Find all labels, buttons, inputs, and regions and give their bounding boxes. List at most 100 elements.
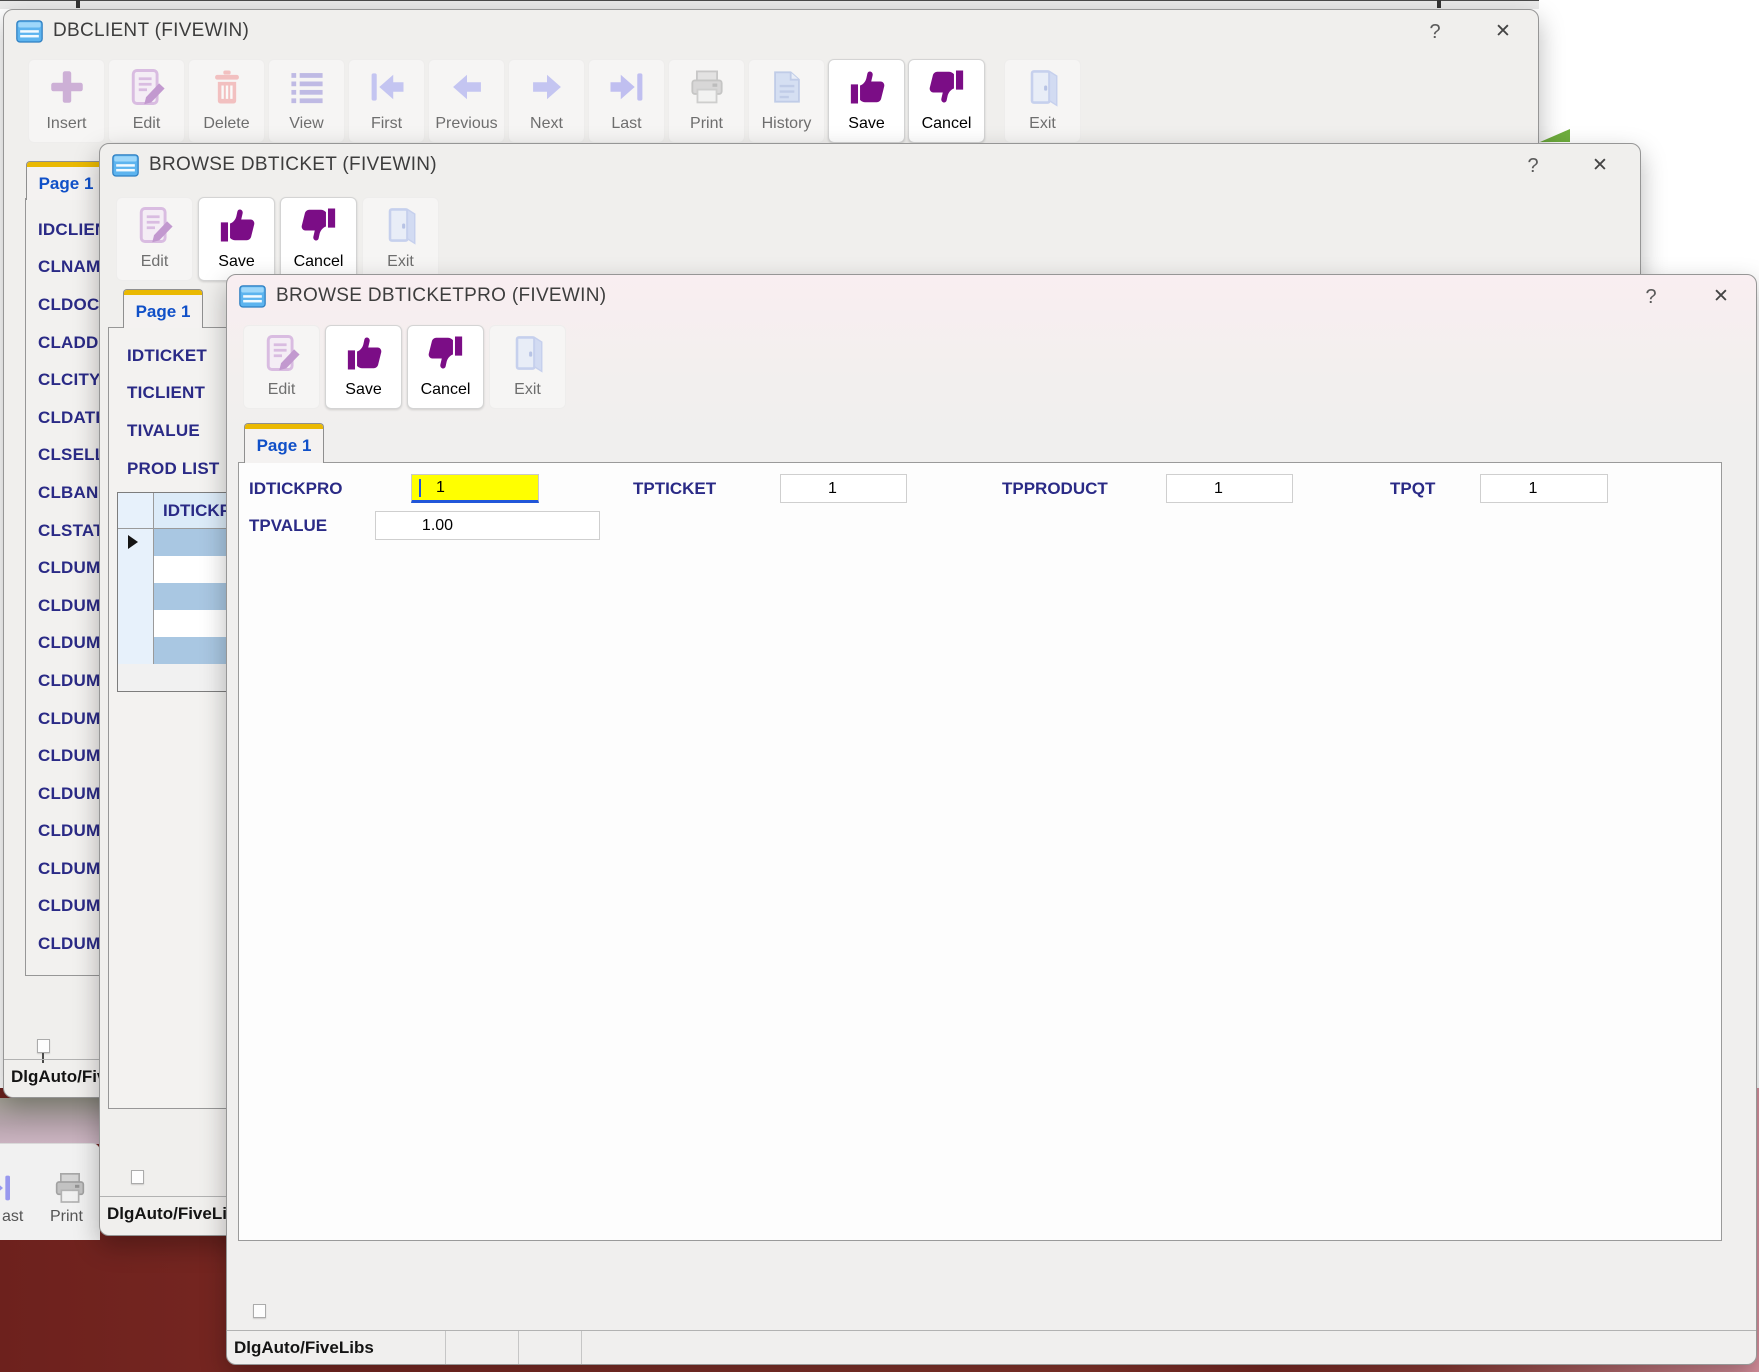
last-icon	[0, 1168, 16, 1208]
last-button-label[interactable]: ast	[2, 1208, 23, 1226]
last-icon	[605, 65, 649, 109]
exit-icon	[506, 331, 550, 375]
toolbar-button-label: Exit	[514, 381, 541, 398]
view-button[interactable]: View	[268, 59, 345, 143]
last-button[interactable]: Last	[588, 59, 665, 143]
idtickpro-input[interactable]: 1	[411, 474, 539, 503]
tpvalue-label: TPVALUE	[249, 516, 328, 535]
field-label-prod-list: PROD LIST	[127, 458, 220, 478]
tab-accent	[27, 162, 105, 167]
toolbar-button-label: Print	[690, 115, 723, 132]
statusbar-text: DlgAuto/Fiv	[11, 1067, 107, 1086]
tab-accent	[124, 290, 202, 295]
save-icon	[845, 65, 889, 109]
grid-indicator-header	[118, 493, 154, 528]
cancel-icon	[925, 65, 969, 109]
toolbar-button-label: Edit	[132, 115, 161, 132]
tab-label: Page 1	[38, 174, 94, 193]
edit-icon	[260, 331, 304, 375]
tab-accent	[245, 424, 323, 429]
exit-button[interactable]: Exit	[1004, 59, 1081, 143]
toolbar-button-label: Cancel	[293, 253, 344, 270]
grid-row-indicator	[118, 529, 154, 556]
help-button[interactable]: ?	[1632, 283, 1670, 311]
toolbar-button-label: View	[289, 115, 324, 132]
background-window-edge	[1437, 0, 1441, 8]
save-button[interactable]: Save	[198, 197, 275, 281]
tpvalue-value: 1.00	[421, 516, 454, 534]
cancel-button[interactable]: Cancel	[280, 197, 357, 281]
tpproduct-input[interactable]: 1	[1166, 474, 1293, 503]
tab-page1[interactable]: Page 1	[26, 161, 106, 200]
help-button[interactable]: ?	[1514, 152, 1552, 180]
toolbar-button-label: Delete	[203, 115, 250, 132]
cancel-button[interactable]: Cancel	[407, 325, 484, 409]
help-button[interactable]: ?	[1416, 18, 1454, 46]
tpproduct-label: TPPRODUCT	[1002, 479, 1108, 498]
save-icon	[215, 203, 259, 247]
edit-button[interactable]: Edit	[243, 325, 320, 409]
edit-button[interactable]: Edit	[116, 197, 193, 281]
tpvalue-input[interactable]: 1.00	[375, 511, 600, 540]
delete-icon	[205, 65, 249, 109]
print-button[interactable]: Print	[668, 59, 745, 143]
print-icon	[685, 65, 729, 109]
toolbar-button-label: Edit	[140, 253, 169, 270]
tpqt-label: TPQT	[1390, 479, 1436, 498]
toolbar-button-label: Exit	[387, 253, 414, 270]
previous-icon	[445, 65, 489, 109]
toolbar-button-label: First	[370, 115, 403, 132]
exit-button[interactable]: Exit	[489, 325, 566, 409]
field-label-list: IDTICKET TICLIENT TIVALUE PROD LIST	[127, 337, 219, 487]
titlebar[interactable]: DBCLIENT (FIVEWIN) ? ✕	[4, 10, 1538, 52]
close-button[interactable]: ✕	[1581, 152, 1619, 180]
window-icon	[112, 154, 139, 177]
window-icon	[16, 20, 43, 43]
window-icon	[239, 285, 266, 308]
exit-icon	[1021, 65, 1065, 109]
print-button-label[interactable]: Print	[50, 1208, 83, 1226]
tab-label: Page 1	[135, 302, 191, 321]
delete-button[interactable]: Delete	[188, 59, 265, 143]
history-button[interactable]: History	[748, 59, 825, 143]
statusbar-divider	[518, 1331, 519, 1364]
insert-icon	[45, 65, 89, 109]
toolbar-button-label: Edit	[267, 381, 296, 398]
tab-page1[interactable]: Page 1	[244, 423, 324, 463]
toolbar-button-label: Next	[530, 115, 563, 132]
save-button[interactable]: Save	[325, 325, 402, 409]
tpticket-input[interactable]: 1	[780, 474, 907, 503]
exit-button[interactable]: Exit	[362, 197, 439, 281]
next-button[interactable]: Next	[508, 59, 585, 143]
toolbar-button-label: Save	[848, 115, 885, 132]
save-icon	[342, 331, 386, 375]
window-browse-dbticketpro: BROWSE DBTICKETPRO (FIVEWIN) ? ✕ Edit Sav…	[226, 274, 1757, 1365]
titlebar[interactable]: BROWSE DBTICKETPRO (FIVEWIN) ? ✕	[227, 275, 1756, 317]
close-button[interactable]: ✕	[1702, 283, 1740, 311]
tpqt-input[interactable]: 1	[1480, 474, 1608, 503]
close-button[interactable]: ✕	[1484, 18, 1522, 46]
statusbar-divider	[445, 1331, 446, 1364]
tab-page1[interactable]: Page 1	[123, 289, 203, 328]
desktop-wallpaper	[0, 1098, 100, 1144]
field-label-tivalue: TIVALUE	[127, 420, 200, 440]
exit-icon	[379, 203, 423, 247]
window-title: BROWSE DBTICKET (FIVEWIN)	[149, 154, 437, 175]
toolbar-button-label: Last	[611, 115, 642, 132]
desktop-icon-fragment	[1540, 129, 1570, 142]
grid-row-indicator	[118, 556, 154, 583]
tpqt-value: 1	[1528, 479, 1538, 497]
resize-widget	[37, 1039, 50, 1053]
toolbar-button-label: Previous	[435, 115, 498, 132]
insert-button[interactable]: Insert	[28, 59, 105, 143]
titlebar[interactable]: BROWSE DBTICKET (FIVEWIN) ? ✕	[100, 144, 1640, 186]
previous-button[interactable]: Previous	[428, 59, 505, 143]
cancel-button[interactable]: Cancel	[908, 59, 985, 143]
field-label-ticlient: TICLIENT	[127, 383, 206, 403]
grid-row-indicator	[118, 610, 154, 637]
save-button[interactable]: Save	[828, 59, 905, 143]
view-icon	[285, 65, 329, 109]
edit-icon	[125, 65, 169, 109]
edit-button[interactable]: Edit	[108, 59, 185, 143]
first-button[interactable]: First	[348, 59, 425, 143]
